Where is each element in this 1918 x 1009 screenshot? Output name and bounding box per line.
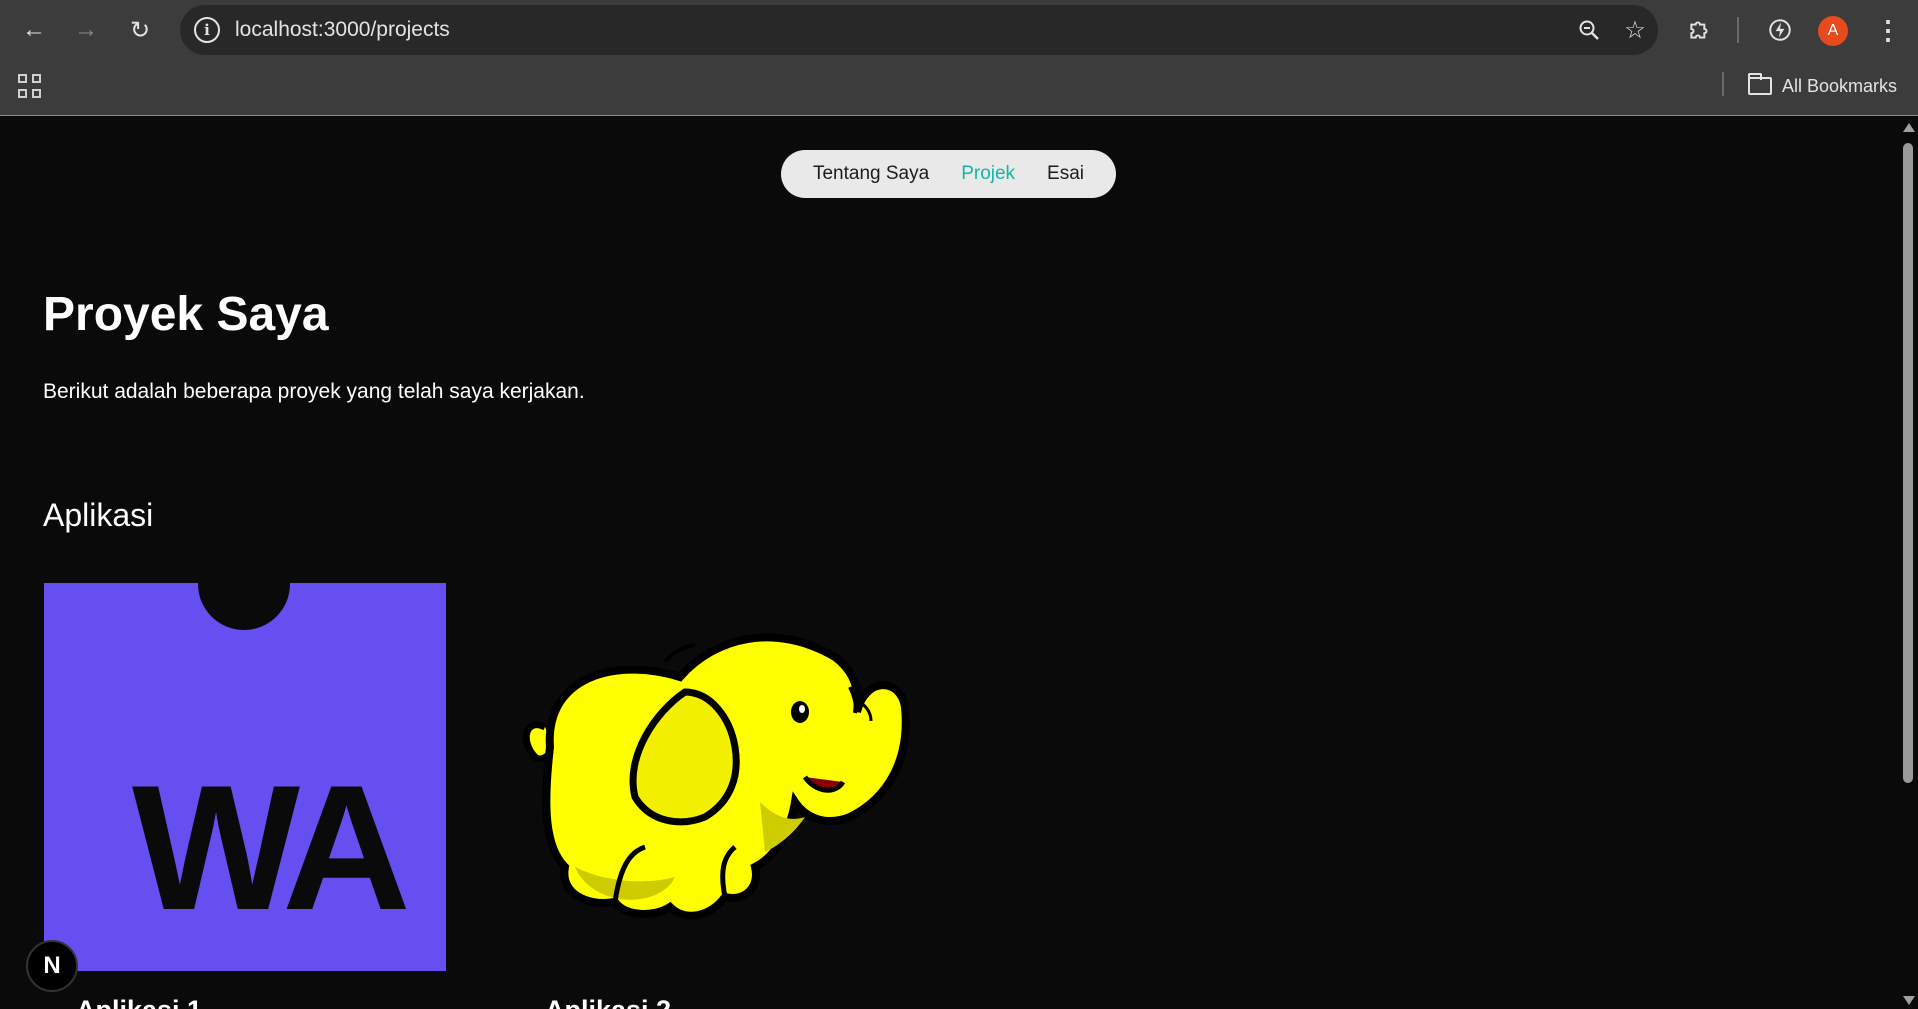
profile-avatar[interactable]: A	[1818, 16, 1848, 46]
page-description: Berikut adalah beberapa proyek yang tela…	[43, 380, 585, 403]
page-title: Proyek Saya	[43, 288, 329, 341]
webassembly-logo-text: WA	[132, 748, 411, 947]
site-info-icon[interactable]: i	[194, 17, 220, 43]
logo-notch	[198, 583, 290, 630]
browser-toolbar: ← → ↻ i localhost:3000/projects ☆ A ⋮	[0, 0, 1918, 60]
card-title-aplikasi-2[interactable]: Aplikasi 2	[545, 995, 671, 1009]
menu-kebab-icon[interactable]: ⋮	[1870, 12, 1906, 48]
section-title-aplikasi: Aplikasi	[43, 497, 154, 533]
nav-item-tentang-saya[interactable]: Tentang Saya	[813, 163, 929, 185]
scrollbar-thumb[interactable]	[1903, 143, 1913, 783]
performance-icon[interactable]	[1762, 12, 1798, 48]
reload-icon[interactable]: ↻	[122, 12, 158, 48]
project-card-aplikasi-2-logo[interactable]	[505, 617, 925, 957]
page-viewport: Tentang Saya Projek Esai Proyek Saya Ber…	[0, 117, 1898, 1009]
scroll-up-icon[interactable]	[1903, 123, 1915, 132]
site-nav: Tentang Saya Projek Esai	[781, 150, 1116, 198]
url-text[interactable]: localhost:3000/projects	[235, 18, 450, 42]
bookmarks-bar	[0, 60, 1918, 116]
scroll-down-icon[interactable]	[1903, 996, 1915, 1005]
bookmark-star-icon[interactable]: ☆	[1618, 13, 1652, 47]
vertical-scrollbar[interactable]	[1898, 117, 1918, 1009]
toolbar-separator	[1737, 17, 1739, 43]
forward-icon[interactable]: →	[68, 12, 104, 48]
bookmarks-separator	[1722, 72, 1724, 96]
folder-icon	[1748, 73, 1772, 95]
card-title-aplikasi-1[interactable]: Aplikasi 1	[76, 995, 202, 1009]
all-bookmarks-button[interactable]: All Bookmarks	[1748, 72, 1897, 100]
zoom-icon[interactable]	[1572, 13, 1606, 47]
apps-grid-icon[interactable]	[18, 74, 42, 98]
nav-item-esai[interactable]: Esai	[1047, 163, 1084, 185]
back-icon[interactable]: ←	[16, 12, 52, 48]
elephant-logo-icon	[522, 633, 910, 920]
nextjs-dev-badge[interactable]: N	[26, 940, 78, 992]
extensions-icon[interactable]	[1682, 12, 1718, 48]
all-bookmarks-label: All Bookmarks	[1782, 75, 1898, 96]
address-bar[interactable]: i localhost:3000/projects ☆	[180, 5, 1658, 55]
project-card-aplikasi-1-logo[interactable]: WA	[44, 583, 446, 971]
nav-item-projek[interactable]: Projek	[961, 163, 1015, 185]
